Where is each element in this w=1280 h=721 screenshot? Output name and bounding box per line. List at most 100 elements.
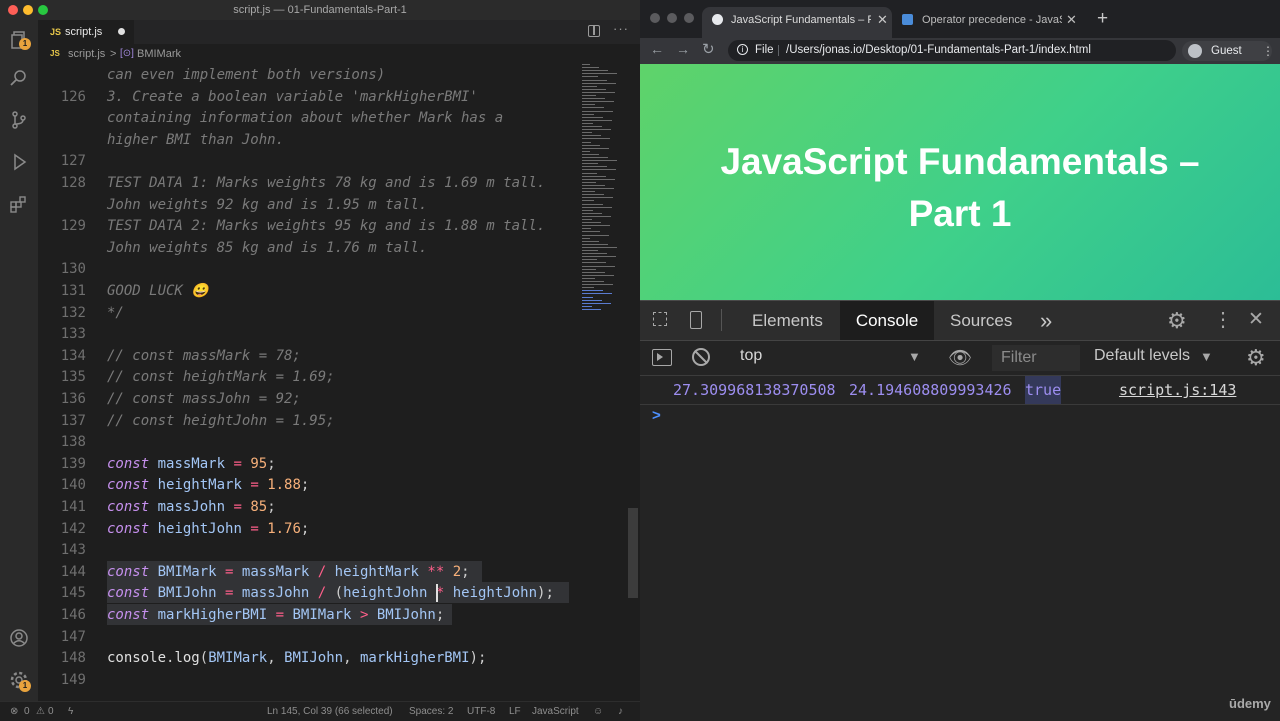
info-icon[interactable]: i [737, 44, 748, 55]
line-text[interactable]: // const heightJohn = 1.95; [107, 410, 335, 432]
forward-arrow-icon[interactable]: → [676, 41, 690, 57]
code-line[interactable]: containing information about whether Mar… [38, 107, 578, 129]
tab-sources[interactable]: Sources [950, 301, 1012, 340]
unsaved-dot-icon[interactable] [118, 28, 125, 35]
live-expression-eye-icon[interactable]: 👁 [948, 346, 972, 370]
account-icon[interactable] [9, 628, 29, 648]
line-text[interactable]: John weights 92 kg and is 1.95 m tall. [107, 194, 427, 216]
code-line[interactable]: 128 TEST DATA 1: Marks weights 78 kg and … [38, 172, 578, 194]
language-mode[interactable]: JavaScript [532, 702, 579, 721]
code-line[interactable]: 139 const massMark = 95; [38, 453, 578, 475]
back-arrow-icon[interactable]: ← [650, 41, 664, 57]
code-line[interactable]: 129 TEST DATA 2: Marks weights 95 kg and … [38, 215, 578, 237]
code-line[interactable]: 136 // const massJohn = 92; [38, 388, 578, 410]
minimize-window-button[interactable] [23, 5, 33, 15]
tab-elements[interactable]: Elements [752, 301, 823, 340]
maximize-window-button[interactable] [684, 13, 694, 23]
code-line[interactable]: 126 3. Create a boolean variable 'markHig… [38, 86, 578, 108]
code-line[interactable]: 131 GOOD LUCK 😀 [38, 280, 578, 302]
code-line[interactable]: 134 // const massMark = 78; [38, 345, 578, 367]
line-text[interactable]: GOOD LUCK 😀 [107, 280, 209, 302]
browser-tab-inactive[interactable]: Operator precedence - JavaScri ✕ [894, 7, 1078, 38]
url-text[interactable]: /Users/jonas.io/Desktop/01-Fundamentals-… [786, 40, 1091, 61]
error-count[interactable]: 0 [24, 702, 30, 721]
code-line[interactable]: 146 const markHigherBMI = BMIMark > BMIJo… [38, 604, 578, 626]
code-line[interactable]: 142 const heightJohn = 1.76; [38, 518, 578, 540]
close-window-button[interactable] [650, 13, 660, 23]
log-levels-dropdown[interactable]: Default levels [1094, 347, 1190, 365]
lightning-icon[interactable]: ϟ [68, 702, 73, 721]
line-text[interactable]: can even implement both versions) [107, 64, 385, 86]
code-line[interactable]: 127 [38, 150, 578, 172]
code-line[interactable]: 145 const BMIJohn = massJohn / (heightJoh… [38, 582, 578, 604]
log-source-link[interactable]: script.js:143 [1119, 376, 1236, 404]
code-line[interactable]: 141 const massJohn = 85; [38, 496, 578, 518]
code-line[interactable]: 144 const BMIMark = massMark / heightMark… [38, 561, 578, 583]
breadcrumb-symbol[interactable]: BMIMark [137, 44, 181, 64]
close-tab-icon[interactable]: ✕ [1066, 7, 1077, 33]
line-text[interactable]: John weights 85 kg and is 1.76 m tall. [107, 237, 427, 259]
line-text[interactable]: const heightMark = 1.88; [107, 474, 309, 496]
split-editor-icon[interactable] [588, 25, 600, 37]
chevron-down-icon[interactable]: ▼ [1200, 349, 1213, 364]
feedback-icon[interactable]: ☺ [593, 702, 603, 721]
kebab-menu-icon[interactable]: ⋮ [1262, 41, 1274, 61]
chevron-down-icon[interactable]: ▼ [908, 349, 921, 364]
context-selector[interactable]: top [740, 347, 762, 365]
line-text[interactable]: const heightJohn = 1.76; [107, 518, 309, 540]
line-text[interactable]: // const massJohn = 92; [107, 388, 301, 410]
line-text[interactable]: console.log(BMIMark, BMIJohn, markHigher… [107, 647, 486, 669]
line-text[interactable]: higher BMI than John. [107, 129, 284, 151]
code-line[interactable]: 132 */ [38, 302, 578, 324]
code-line[interactable]: 137 // const heightJohn = 1.95; [38, 410, 578, 432]
more-actions-icon[interactable]: ··· [613, 21, 629, 36]
tab-console[interactable]: Console [840, 301, 934, 340]
clear-console-icon[interactable] [692, 348, 710, 366]
profile-button[interactable]: Guest ⋮ [1182, 41, 1274, 61]
code-line[interactable]: 133 [38, 323, 578, 345]
minimize-window-button[interactable] [667, 13, 677, 23]
code-editor[interactable]: can even implement both versions) 126 3. C… [38, 64, 640, 701]
more-tabs-icon[interactable]: » [1040, 301, 1052, 340]
line-text[interactable]: TEST DATA 1: Marks weights 78 kg and is … [107, 172, 545, 194]
device-toolbar-icon[interactable] [690, 311, 702, 329]
notifications-bell-icon[interactable]: ♪ [618, 702, 623, 721]
new-tab-button[interactable]: + [1097, 8, 1108, 30]
console-settings-gear-icon[interactable]: ⚙ [1246, 345, 1266, 371]
code-line[interactable]: 140 const heightMark = 1.88; [38, 474, 578, 496]
indentation[interactable]: Spaces: 2 [409, 702, 453, 721]
search-icon[interactable] [9, 68, 29, 88]
browser-tab-active[interactable]: JavaScript Fundamentals – Par ✕ [702, 7, 892, 38]
line-text[interactable]: const massJohn = 85; [107, 496, 276, 518]
encoding[interactable]: UTF-8 [467, 702, 495, 721]
line-text[interactable]: containing information about whether Mar… [107, 107, 503, 129]
code-line[interactable]: 148 console.log(BMIMark, BMIJohn, markHig… [38, 647, 578, 669]
code-line[interactable]: 135 // const heightMark = 1.69; [38, 366, 578, 388]
inspect-element-icon[interactable] [653, 312, 667, 326]
close-tab-icon[interactable]: ✕ [877, 7, 888, 33]
sidebar-toggle-icon[interactable] [652, 349, 672, 366]
filter-input[interactable]: Filter [992, 345, 1080, 371]
line-text[interactable]: const markHigherBMI = BMIMark > BMIJohn; [107, 604, 444, 626]
close-devtools-icon[interactable]: ✕ [1248, 308, 1264, 331]
reload-icon[interactable]: ↻ [702, 40, 715, 58]
warnings-icon[interactable]: ⚠ [36, 702, 45, 721]
kebab-menu-icon[interactable]: ⋮ [1213, 307, 1233, 332]
errors-icon[interactable]: ⊗ [10, 702, 18, 721]
line-text[interactable]: const BMIMark = massMark / heightMark **… [107, 561, 470, 583]
line-text[interactable]: */ [107, 302, 124, 324]
line-text[interactable]: 3. Create a boolean variable 'markHigher… [107, 86, 478, 108]
code-line[interactable]: 149 [38, 669, 578, 691]
extensions-icon[interactable] [9, 194, 29, 214]
warning-count[interactable]: 0 [48, 702, 54, 721]
line-text[interactable]: const massMark = 95; [107, 453, 276, 475]
line-text[interactable]: TEST DATA 2: Marks weights 95 kg and is … [107, 215, 545, 237]
code-line[interactable]: 138 [38, 431, 578, 453]
line-text[interactable]: // const massMark = 78; [107, 345, 301, 367]
cursor-position[interactable]: Ln 145, Col 39 (66 selected) [267, 702, 393, 721]
close-window-button[interactable] [8, 5, 18, 15]
code-line[interactable]: 143 [38, 539, 578, 561]
console-prompt-icon[interactable]: > [652, 407, 661, 424]
code-line[interactable]: John weights 85 kg and is 1.76 m tall. [38, 237, 578, 259]
end-of-line[interactable]: LF [509, 702, 521, 721]
